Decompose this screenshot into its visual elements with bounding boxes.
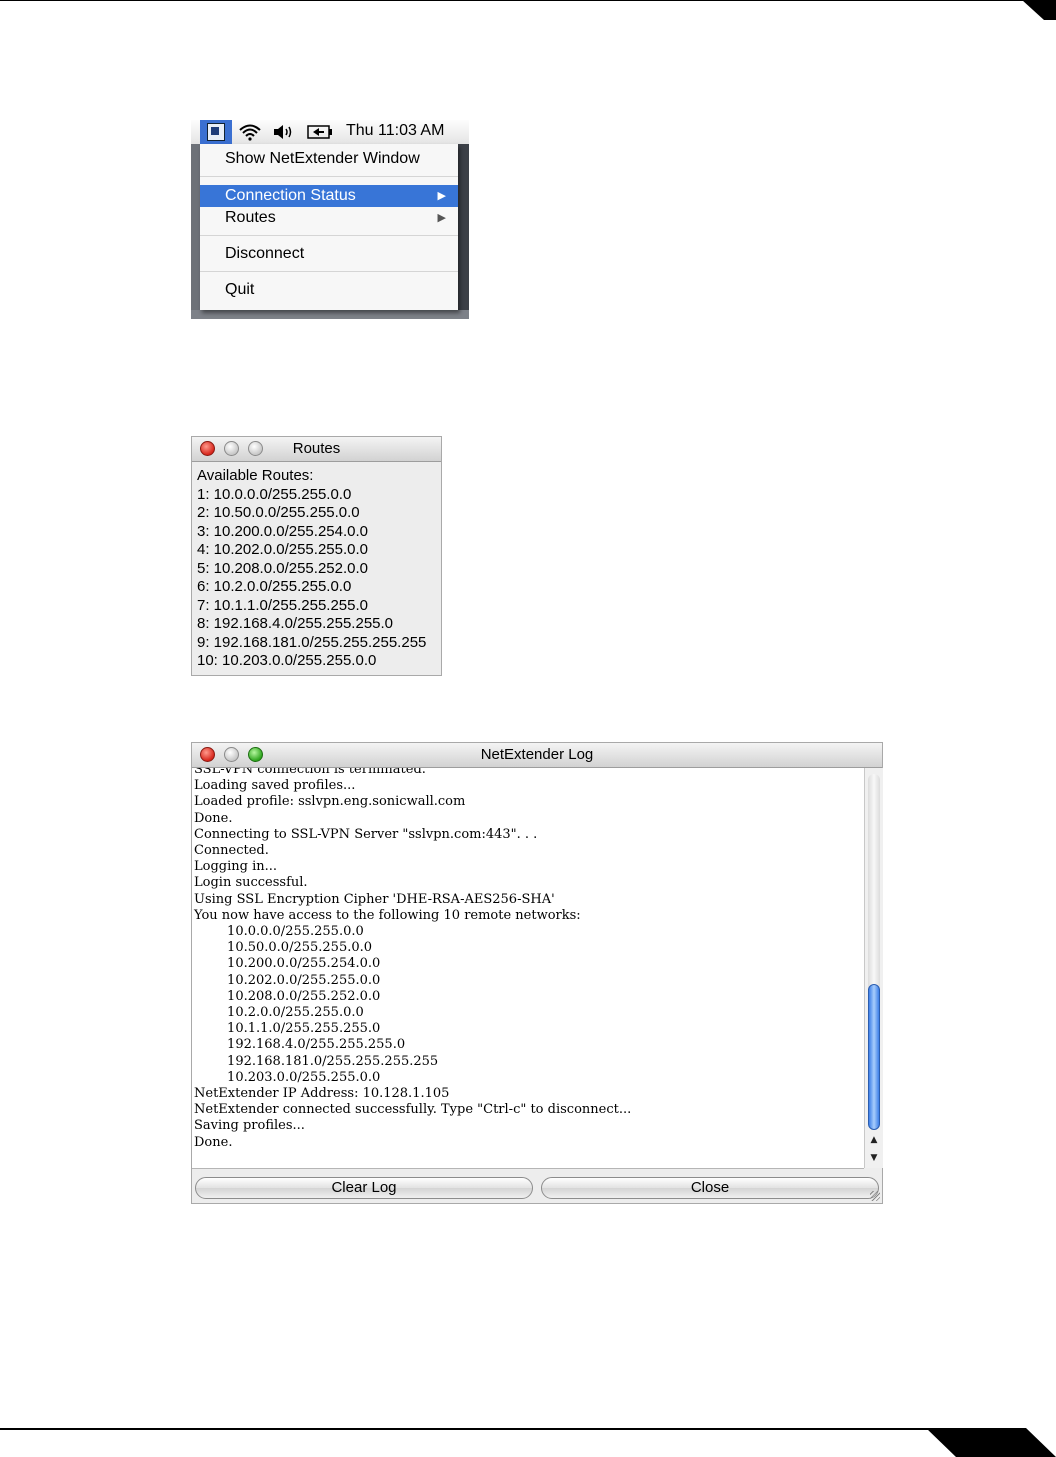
routes-heading: Available Routes: — [197, 467, 314, 484]
menu-item-label: Connection Status — [225, 187, 356, 204]
zoom-window-icon[interactable] — [248, 747, 263, 762]
routes-window: Routes Available Routes: 1: 10.0.0.0/255… — [191, 436, 442, 676]
close-window-icon[interactable] — [200, 747, 215, 762]
menu-separator — [200, 271, 458, 272]
route-item: 6: 10.2.0.0/255.255.0.0 — [197, 578, 352, 595]
log-line: 10.208.0.0/255.252.0.0 — [194, 988, 381, 1004]
close-button[interactable]: Close — [541, 1177, 879, 1199]
log-line: 10.200.0.0/255.254.0.0 — [194, 956, 381, 972]
menu-item-disconnect[interactable]: Disconnect — [200, 243, 458, 265]
log-line: Loaded profile: sslvpn.eng.sonicwall.com — [194, 794, 466, 810]
log-line: 192.168.4.0/255.255.255.0 — [194, 1037, 406, 1053]
log-line: 10.0.0.0/255.255.0.0 — [194, 924, 364, 940]
battery-icon[interactable] — [306, 123, 334, 141]
route-item: 5: 10.208.0.0/255.252.0.0 — [197, 559, 368, 577]
log-text: SSL-VPN connection is terminated. Loading… — [194, 768, 631, 1151]
log-line: 10.50.0.0/255.255.0.0 — [194, 940, 373, 956]
menubar-screenshot: Thu 11:03 AM Show NetExtender Window Con… — [191, 120, 469, 319]
log-line: Connected. — [194, 843, 269, 859]
log-titlebar[interactable]: NetExtender Log — [192, 743, 882, 768]
log-line: You now have access to the following 10 … — [194, 907, 581, 923]
route-item: 3: 10.200.0.0/255.254.0.0 — [197, 522, 368, 540]
route-item: 4: 10.202.0.0/255.255.0.0 — [197, 541, 368, 558]
log-scrollbar[interactable]: ▲ ▼ — [864, 768, 883, 1168]
log-line: Done. — [194, 810, 233, 826]
log-line: NetExtender IP Address: 10.128.1.105 — [194, 1086, 450, 1102]
route-item: 7: 10.1.1.0/255.255.255.0 — [197, 596, 368, 614]
menu-item-quit[interactable]: Quit — [200, 279, 458, 301]
submenu-arrow-icon: ▶ — [437, 190, 446, 202]
scroll-down-arrow-icon[interactable]: ▼ — [865, 1150, 883, 1166]
netextender-menu: Show NetExtender Window Connection Statu… — [200, 144, 458, 310]
resize-grip-icon[interactable] — [870, 1191, 880, 1201]
log-line: NetExtender connected successfully. Type… — [194, 1102, 632, 1118]
log-button-row: Clear Log Close — [192, 1169, 882, 1203]
log-line: 10.203.0.0/255.255.0.0 — [194, 1069, 381, 1085]
menu-item-connection-status[interactable]: Connection Status ▶ — [200, 185, 458, 207]
log-window-title: NetExtender Log — [480, 746, 594, 763]
log-line: 10.2.0.0/255.255.0.0 — [194, 1005, 364, 1021]
volume-icon[interactable] — [272, 123, 296, 141]
menu-bar: Thu 11:03 AM — [191, 120, 469, 145]
menu-item-label: Disconnect — [225, 245, 305, 262]
desktop-background-bottom — [191, 310, 469, 319]
log-line: Logging in... — [194, 859, 278, 875]
route-item: 8: 192.168.4.0/255.255.255.0 — [197, 615, 394, 632]
route-item: 1: 10.0.0.0/255.255.0.0 — [197, 485, 352, 503]
menubar-clock[interactable]: Thu 11:03 AM — [346, 122, 444, 140]
page-corner-mark-top — [1022, 0, 1056, 20]
menu-item-label: Routes — [225, 209, 276, 226]
menu-item-label: Show NetExtender Window — [225, 150, 420, 167]
netextender-icon[interactable] — [200, 120, 232, 144]
desktop-background-right — [458, 144, 469, 319]
page-corner-mark-bottom — [926, 1428, 1056, 1457]
log-line: Saving profiles... — [194, 1118, 305, 1134]
route-item: 2: 10.50.0.0/255.255.0.0 — [197, 504, 360, 521]
log-line: Done. — [194, 1134, 233, 1150]
log-text-area[interactable]: SSL-VPN connection is terminated. Loading… — [192, 768, 864, 1169]
log-line: Using SSL Encryption Cipher 'DHE-RSA-AES… — [194, 891, 555, 907]
menu-item-show-window[interactable]: Show NetExtender Window — [200, 148, 458, 170]
menu-item-routes[interactable]: Routes ▶ — [200, 207, 458, 229]
routes-window-title: Routes — [292, 440, 341, 457]
log-line: SSL-VPN connection is terminated. — [194, 768, 426, 777]
log-line: Connecting to SSL-VPN Server "sslvpn.com… — [194, 826, 538, 842]
minimize-window-icon[interactable] — [224, 747, 239, 762]
netextender-log-window: NetExtender Log SSL-VPN connection is te… — [191, 742, 883, 1204]
page-bottom-rule — [0, 1428, 960, 1430]
submenu-arrow-icon: ▶ — [437, 212, 446, 224]
log-line: Loading saved profiles... — [194, 778, 356, 794]
close-window-icon[interactable] — [200, 441, 215, 456]
log-line: 10.202.0.0/255.255.0.0 — [194, 972, 381, 988]
wifi-icon[interactable] — [237, 123, 263, 141]
routes-titlebar[interactable]: Routes — [192, 437, 441, 462]
zoom-window-icon[interactable] — [248, 441, 263, 456]
log-line: 10.1.1.0/255.255.255.0 — [194, 1021, 381, 1037]
page-top-rule — [0, 0, 1030, 1]
desktop-background — [191, 144, 200, 319]
log-line: Login successful. — [194, 875, 308, 891]
menu-separator — [200, 176, 458, 177]
log-line: 192.168.181.0/255.255.255.255 — [194, 1053, 439, 1069]
routes-list: Available Routes: 1: 10.0.0.0/255.255.0.… — [197, 467, 426, 671]
minimize-window-icon[interactable] — [224, 441, 239, 456]
menu-separator — [200, 235, 458, 236]
scrollbar-thumb[interactable] — [868, 984, 880, 1130]
menu-item-label: Quit — [225, 281, 255, 298]
scroll-up-arrow-icon[interactable]: ▲ — [865, 1132, 883, 1148]
clear-log-button[interactable]: Clear Log — [195, 1177, 533, 1199]
route-item: 10: 10.203.0.0/255.255.0.0 — [197, 652, 377, 669]
route-item: 9: 192.168.181.0/255.255.255.255 — [197, 633, 427, 651]
